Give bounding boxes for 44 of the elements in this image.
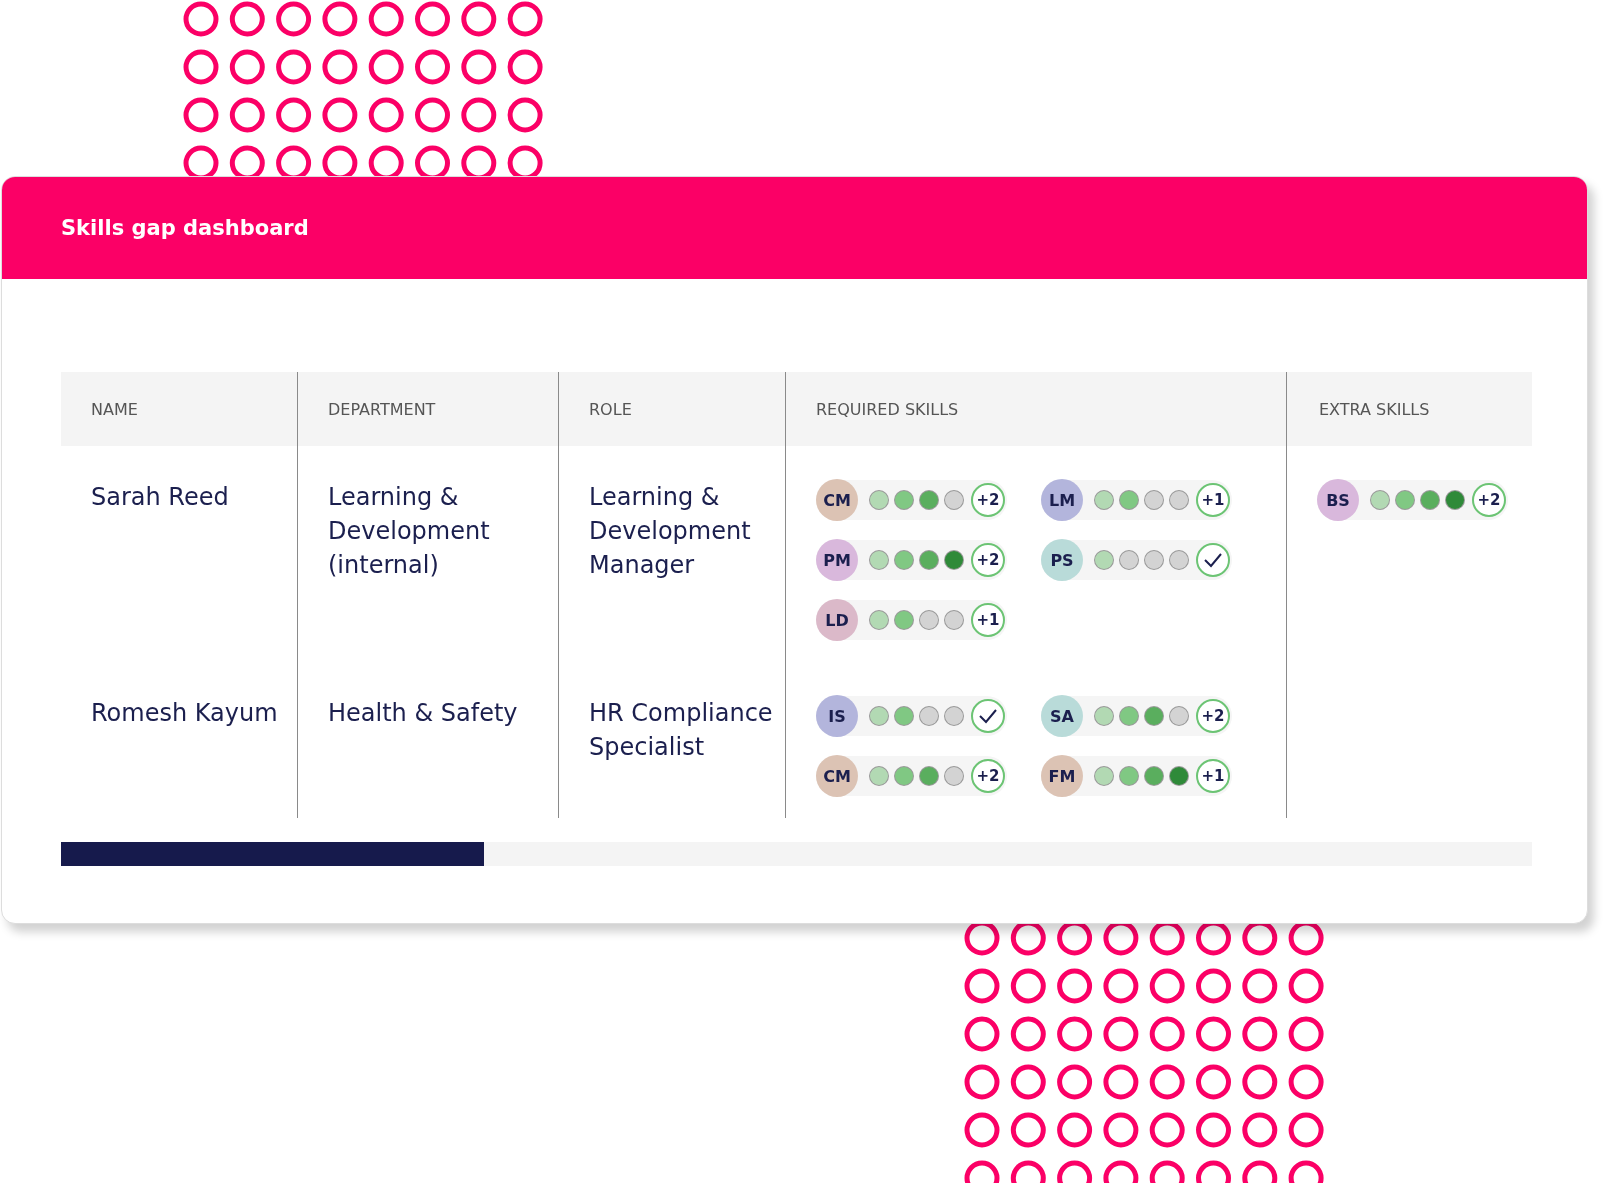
skill-avatar: LD	[816, 599, 858, 641]
count-badge: +2	[1472, 483, 1506, 517]
skill-avatar: SA	[1041, 695, 1083, 737]
skill-chip[interactable]: CM +2	[816, 480, 1007, 520]
skill-chip[interactable]: SA +2	[1041, 696, 1232, 736]
table-cell-text: Health & Safety	[328, 698, 518, 729]
count-badge: +2	[971, 759, 1005, 793]
count-badge: +1	[971, 603, 1005, 637]
skill-chip[interactable]: LM +1	[1041, 480, 1232, 520]
column-header: NAME	[61, 372, 298, 446]
skill-avatar: LM	[1041, 479, 1083, 521]
skill-avatar: PM	[816, 539, 858, 581]
count-badge: +1	[1196, 759, 1230, 793]
skill-avatar: PS	[1041, 539, 1083, 581]
table-cell-text: Learning & Development (internal)	[328, 482, 491, 581]
table-cell-text: Romesh Kayum	[91, 698, 278, 729]
count-badge: +2	[971, 483, 1005, 517]
skill-avatar: CM	[816, 479, 858, 521]
count-badge: +1	[1196, 483, 1230, 517]
column-header: DEPARTMENT	[298, 372, 559, 446]
skill-chip[interactable]: PM +2	[816, 540, 1007, 580]
horizontal-scrollbar[interactable]	[61, 842, 1532, 866]
skill-avatar: CM	[816, 755, 858, 797]
column-header: REQUIRED SKILLS	[786, 372, 1287, 446]
check-icon	[1196, 543, 1230, 577]
dashboard-title: Skills gap dashboard	[61, 216, 309, 240]
count-badge: +2	[1196, 699, 1230, 733]
count-badge: +2	[971, 543, 1005, 577]
skill-chip[interactable]: BS +2	[1317, 480, 1508, 520]
skill-avatar: FM	[1041, 755, 1083, 797]
skill-chip[interactable]: PS	[1041, 540, 1232, 580]
column-header: EXTRA SKILLS	[1287, 372, 1532, 446]
scrollbar-thumb[interactable]	[61, 842, 484, 866]
skill-chip[interactable]: IS	[816, 696, 1007, 736]
skill-chip[interactable]: CM +2	[816, 756, 1007, 796]
skill-avatar: IS	[816, 695, 858, 737]
skill-chip[interactable]: FM +1	[1041, 756, 1232, 796]
table-cell-text: Learning & Development Manager	[589, 482, 752, 581]
check-icon	[971, 699, 1005, 733]
table-cell-text: HR Compliance Specialist	[589, 698, 773, 763]
table-cell-text: Sarah Reed	[91, 482, 229, 513]
skill-chip[interactable]: LD +1	[816, 600, 1007, 640]
column-header: ROLE	[559, 372, 786, 446]
skill-avatar: BS	[1317, 479, 1359, 521]
